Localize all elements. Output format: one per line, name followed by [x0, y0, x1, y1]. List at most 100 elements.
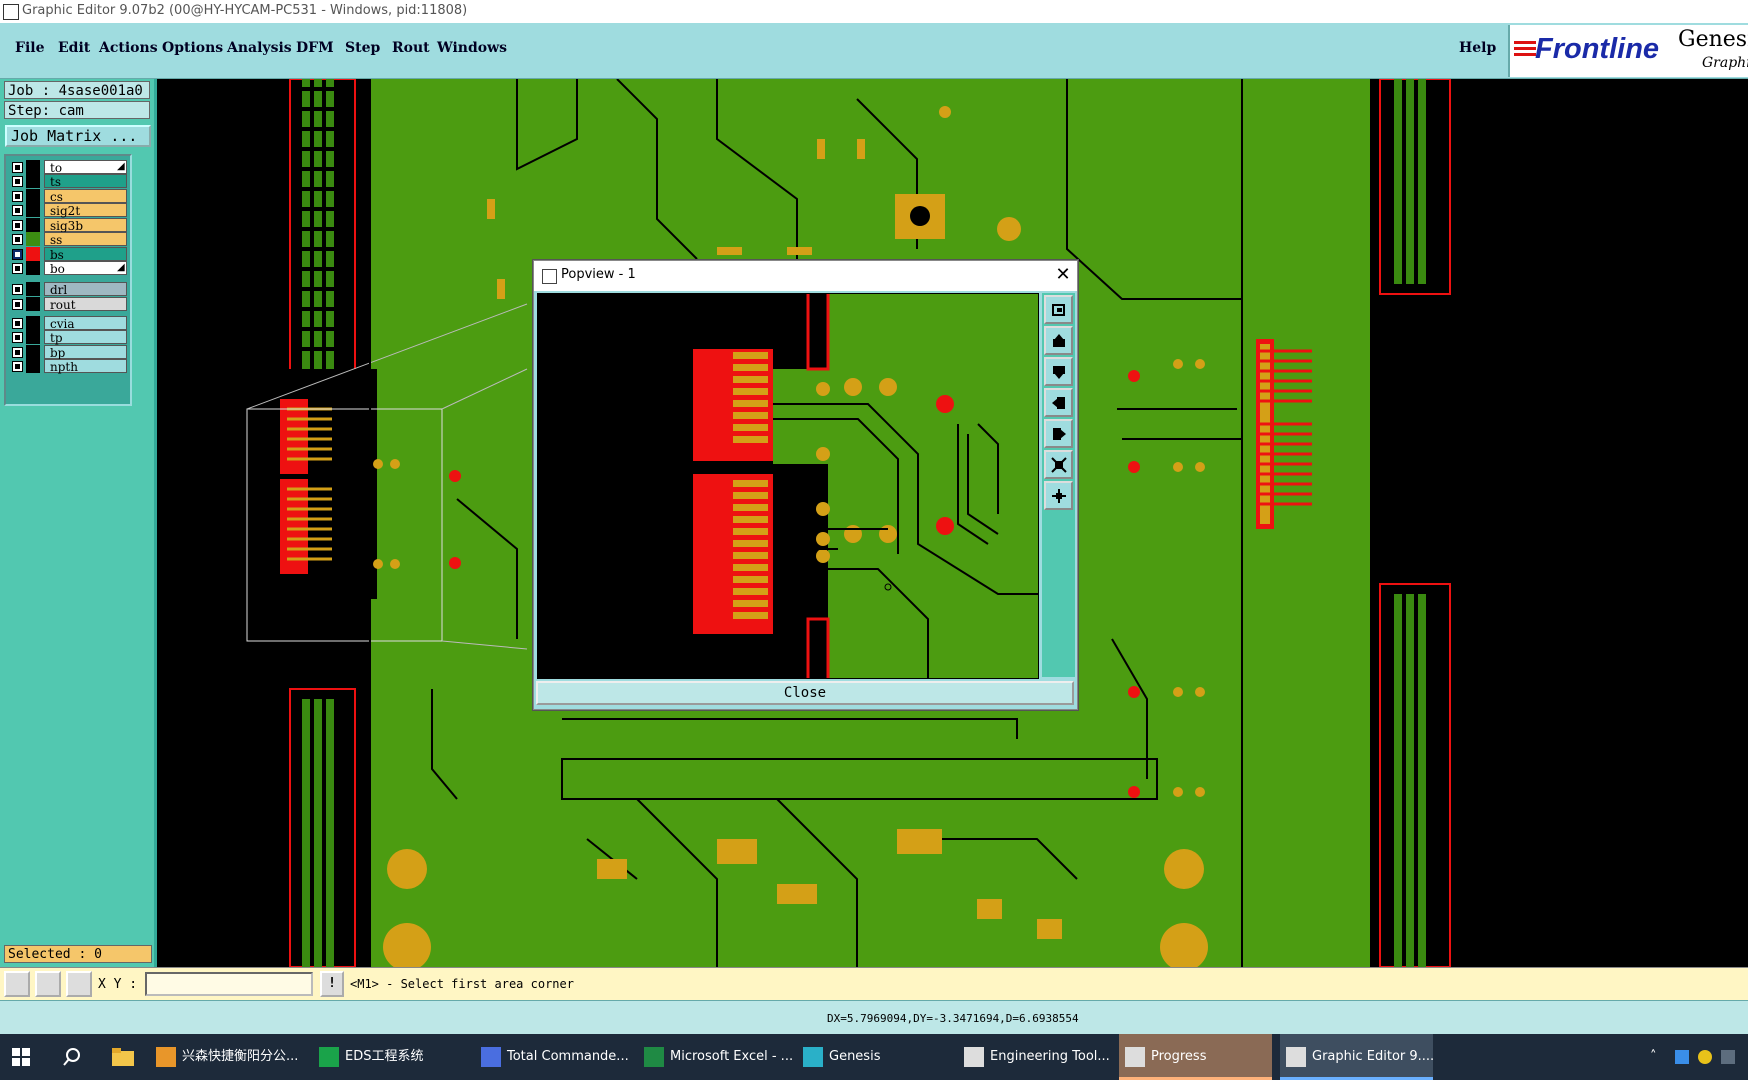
layer-name[interactable]: npth — [44, 359, 127, 374]
layer-name[interactable]: sig3b — [44, 218, 127, 233]
layer-checkbox[interactable] — [12, 361, 23, 372]
taskbar-item[interactable]: Genesis — [797, 1034, 947, 1080]
menu-windows[interactable]: Windows — [437, 40, 507, 56]
window-titlebar: Graphic Editor 9.07b2 (00@HY-HYCAM-PC531… — [0, 0, 1748, 24]
layer-row-bs[interactable]: bs — [9, 247, 127, 262]
tray-app-icon[interactable] — [1698, 1050, 1712, 1064]
menu-analysis[interactable]: Analysis — [227, 40, 292, 56]
layer-row-drl[interactable]: drl — [9, 282, 127, 297]
layer-name[interactable]: cs — [44, 189, 127, 204]
menu-help[interactable]: Help — [1459, 40, 1496, 56]
layer-name[interactable]: bo — [44, 261, 127, 276]
layer-name[interactable]: ss — [44, 232, 127, 247]
popview-close-button[interactable]: Close — [536, 681, 1074, 705]
layer-name[interactable]: tp — [44, 330, 127, 345]
popview-canvas[interactable] — [537, 293, 1039, 679]
layer-checkbox[interactable] — [12, 332, 23, 343]
menu-actions[interactable]: Actions — [99, 40, 158, 56]
taskbar-item[interactable]: Total Commande... — [475, 1034, 630, 1080]
layer-name[interactable]: bs — [44, 247, 127, 262]
layer-color-swatch[interactable] — [26, 174, 40, 188]
taskbar-item[interactable]: EDS工程系统 — [313, 1034, 468, 1080]
layer-checkbox[interactable] — [12, 191, 23, 202]
layer-row-to[interactable]: to ◢ — [9, 160, 127, 175]
layer-checkbox[interactable] — [12, 205, 23, 216]
layer-name[interactable]: sig2t — [44, 203, 127, 218]
layer-color-swatch[interactable] — [26, 218, 40, 232]
layer-color-swatch[interactable] — [26, 203, 40, 217]
taskbar-item[interactable]: Engineering Tool... — [958, 1034, 1113, 1080]
layer-row-bo[interactable]: bo ◢ — [9, 261, 127, 276]
layer-checkbox[interactable] — [12, 176, 23, 187]
layer-row-sig2t[interactable]: sig2t — [9, 203, 127, 218]
zoom-home-icon[interactable] — [1044, 295, 1073, 324]
layer-arrow-icon: ◢ — [117, 262, 125, 273]
taskbar-item[interactable]: Progress — [1119, 1034, 1272, 1080]
layer-color-swatch[interactable] — [26, 247, 40, 261]
layer-row-npth[interactable]: npth — [9, 359, 127, 374]
layer-name[interactable]: rout — [44, 297, 127, 312]
menu-step[interactable]: Step — [345, 40, 380, 56]
pan-up-icon[interactable] — [1044, 326, 1073, 355]
layer-name[interactable]: cvia — [44, 316, 127, 331]
menu-dfm[interactable]: DFM — [296, 40, 334, 56]
search-icon[interactable] — [62, 1047, 82, 1067]
layer-row-tp[interactable]: tp — [9, 330, 127, 345]
select-tool-icon[interactable] — [4, 971, 30, 997]
pan-down-icon[interactable] — [1044, 357, 1073, 386]
pan-right-icon[interactable] — [1044, 419, 1073, 448]
grid-tool-icon[interactable] — [66, 971, 92, 997]
zoom-in-icon[interactable] — [1044, 481, 1073, 510]
layer-row-ss[interactable]: ss — [9, 232, 127, 247]
layer-color-swatch[interactable] — [26, 189, 40, 203]
menu-options[interactable]: Options — [162, 40, 223, 56]
layer-row-rout[interactable]: rout — [9, 297, 127, 312]
measure-tool-icon[interactable] — [35, 971, 61, 997]
menu-edit[interactable]: Edit — [58, 40, 90, 56]
layer-color-swatch[interactable] — [26, 330, 40, 344]
layer-color-swatch[interactable] — [26, 282, 40, 296]
zoom-out-icon[interactable] — [1044, 450, 1073, 479]
layer-name[interactable]: to — [44, 160, 127, 175]
layer-row-cs[interactable]: cs — [9, 189, 127, 204]
popview-titlebar[interactable]: Popview - 1 ✕ — [534, 261, 1077, 291]
tray-network-icon[interactable] — [1721, 1050, 1735, 1064]
layer-checkbox[interactable] — [12, 347, 23, 358]
layer-checkbox[interactable] — [12, 162, 23, 173]
tray-chevron-icon[interactable]: ˄ — [1650, 1049, 1657, 1064]
layer-name[interactable]: drl — [44, 282, 127, 297]
taskbar-item[interactable]: 兴森快捷衡阳分公... — [150, 1034, 305, 1080]
layer-row-cvia[interactable]: cvia — [9, 316, 127, 331]
layer-checkbox[interactable] — [12, 284, 23, 295]
layer-checkbox[interactable] — [12, 234, 23, 245]
layer-name[interactable]: ts — [44, 174, 127, 189]
layer-color-swatch[interactable] — [26, 345, 40, 359]
xy-input[interactable] — [145, 972, 313, 996]
pan-left-icon[interactable] — [1044, 388, 1073, 417]
layer-name[interactable]: bp — [44, 345, 127, 360]
layer-color-swatch[interactable] — [26, 316, 40, 330]
layer-checkbox[interactable] — [12, 220, 23, 231]
close-icon[interactable]: ✕ — [1052, 264, 1074, 286]
layer-row-ts[interactable]: ts — [9, 174, 127, 189]
menu-rout[interactable]: Rout — [392, 40, 430, 56]
layer-row-bp[interactable]: bp — [9, 345, 127, 360]
menu-file[interactable]: File — [15, 40, 44, 56]
info-button[interactable]: ! — [320, 971, 344, 997]
layer-checkbox[interactable] — [12, 299, 23, 310]
layer-color-swatch[interactable] — [26, 261, 40, 275]
layer-row-sig3b[interactable]: sig3b — [9, 218, 127, 233]
layer-checkbox[interactable] — [12, 318, 23, 329]
tray-shield-icon[interactable] — [1675, 1050, 1689, 1064]
layer-color-swatch[interactable] — [26, 160, 40, 174]
file-explorer-icon[interactable] — [112, 1048, 134, 1066]
taskbar-item[interactable]: Microsoft Excel - ... — [638, 1034, 793, 1080]
layer-checkbox[interactable] — [12, 263, 23, 274]
layer-color-swatch[interactable] — [26, 359, 40, 373]
windows-start-icon[interactable] — [12, 1048, 30, 1066]
layer-color-swatch[interactable] — [26, 297, 40, 311]
layer-color-swatch[interactable] — [26, 232, 40, 246]
job-matrix-button[interactable]: Job Matrix ... — [5, 125, 151, 147]
layer-checkbox[interactable] — [12, 249, 23, 260]
taskbar-item[interactable]: Graphic Editor 9.... — [1280, 1034, 1434, 1080]
